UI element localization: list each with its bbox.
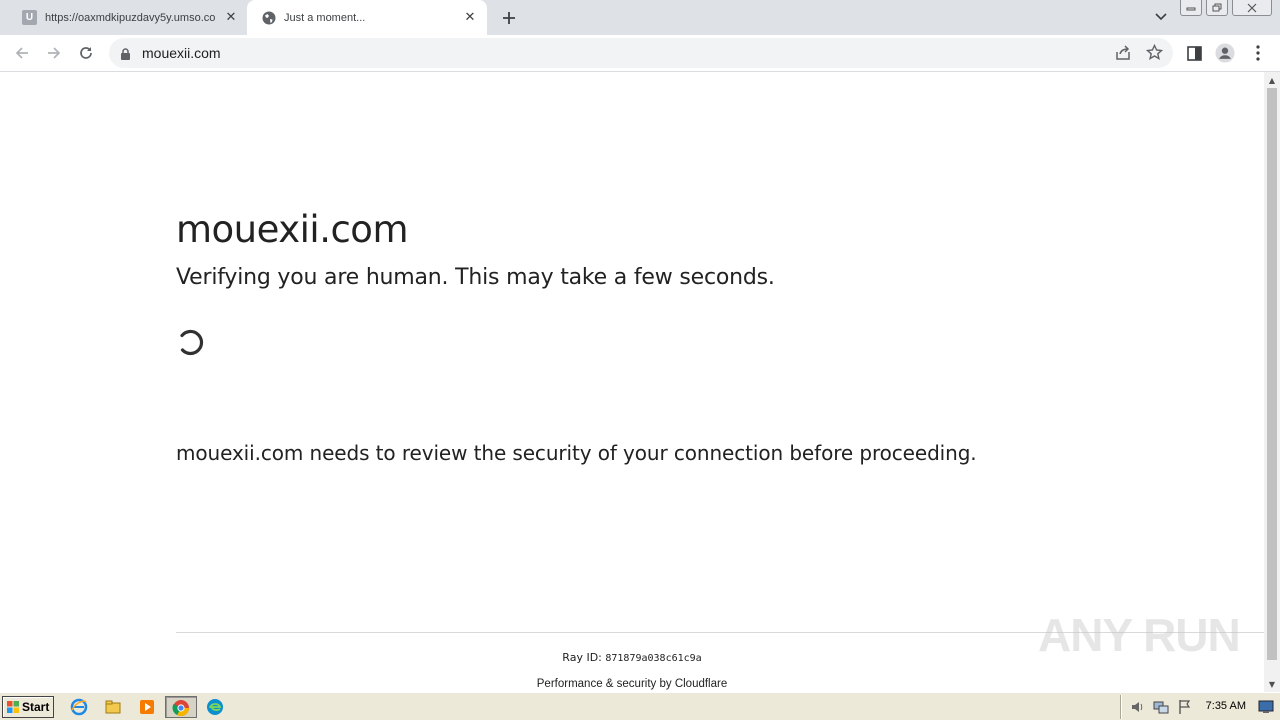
- new-tab-button[interactable]: [498, 7, 520, 29]
- lock-icon[interactable]: [120, 46, 131, 65]
- tab-strip: U https://oaxmdkipuzdavy5y.umso.co ✕ Jus…: [0, 0, 1280, 35]
- anyrun-watermark: ANY RUN: [1038, 609, 1241, 661]
- page-content: mouexii.com Verifying you are human. Thi…: [0, 72, 1264, 692]
- close-tab-icon[interactable]: ✕: [463, 10, 477, 25]
- taskbar-chrome-button[interactable]: [165, 696, 197, 718]
- address-bar[interactable]: mouexii.com: [109, 38, 1173, 68]
- edge-icon[interactable]: [206, 698, 224, 716]
- security-review-text: mouexii.com needs to review the security…: [176, 441, 977, 465]
- taskbar-clock[interactable]: 7:35 AM: [1206, 700, 1246, 712]
- tab-search-chevron-icon[interactable]: [1151, 8, 1171, 26]
- umso-favicon-icon: U: [22, 10, 37, 25]
- network-icon[interactable]: [1153, 699, 1169, 715]
- side-panel-icon[interactable]: [1184, 43, 1204, 63]
- close-tab-icon[interactable]: ✕: [224, 10, 238, 25]
- url-text[interactable]: mouexii.com: [142, 45, 221, 61]
- scroll-down-arrow-icon[interactable]: ▼: [1264, 676, 1280, 692]
- restore-button[interactable]: [1206, 0, 1228, 16]
- cloudflare-footer: Performance & security by Cloudflare: [536, 678, 728, 690]
- ray-id-code: 871879a038c61c9a: [605, 653, 702, 664]
- internet-explorer-icon[interactable]: [70, 698, 88, 716]
- vertical-scrollbar[interactable]: ▲ ▼: [1264, 72, 1280, 692]
- menu-kebab-icon[interactable]: [1248, 43, 1268, 63]
- windows-taskbar: Start 7:35 AM: [0, 692, 1280, 720]
- tab-title: https://oaxmdkipuzdavy5y.umso.co: [45, 11, 215, 24]
- browser-toolbar: mouexii.com: [0, 35, 1280, 72]
- show-desktop-icon[interactable]: [1258, 699, 1274, 715]
- volume-icon[interactable]: [1129, 699, 1145, 715]
- profile-avatar-icon[interactable]: [1215, 43, 1235, 63]
- media-player-icon[interactable]: [138, 698, 156, 716]
- tab-title: Just a moment...: [284, 11, 366, 24]
- start-label: Start: [22, 700, 50, 714]
- file-explorer-icon[interactable]: [104, 698, 122, 716]
- start-button[interactable]: Start: [2, 696, 54, 718]
- window-controls: [1180, 0, 1272, 16]
- forward-button[interactable]: [41, 41, 67, 65]
- verification-subheading: Verifying you are human. This may take a…: [176, 265, 775, 290]
- loading-spinner-icon: [178, 328, 208, 358]
- tab-just-a-moment[interactable]: Just a moment... ✕: [247, 0, 487, 35]
- globe-icon: [261, 10, 276, 25]
- ray-id-label: Ray ID:: [562, 651, 606, 664]
- scroll-thumb[interactable]: [1267, 88, 1277, 660]
- reload-button[interactable]: [73, 41, 99, 65]
- tab-umso[interactable]: U https://oaxmdkipuzdavy5y.umso.co ✕: [8, 0, 248, 35]
- page-title: mouexii.com: [176, 208, 408, 251]
- system-tray: 7:35 AM: [1120, 695, 1280, 719]
- back-button[interactable]: [9, 41, 35, 65]
- action-center-flag-icon[interactable]: [1177, 699, 1193, 715]
- minimize-button[interactable]: [1180, 0, 1202, 16]
- scroll-up-arrow-icon[interactable]: ▲: [1264, 72, 1280, 88]
- windows-logo-icon: [7, 701, 19, 713]
- bookmark-star-icon[interactable]: [1145, 43, 1164, 65]
- close-window-button[interactable]: [1232, 0, 1272, 16]
- chrome-icon: [172, 700, 190, 717]
- share-icon[interactable]: [1115, 45, 1131, 65]
